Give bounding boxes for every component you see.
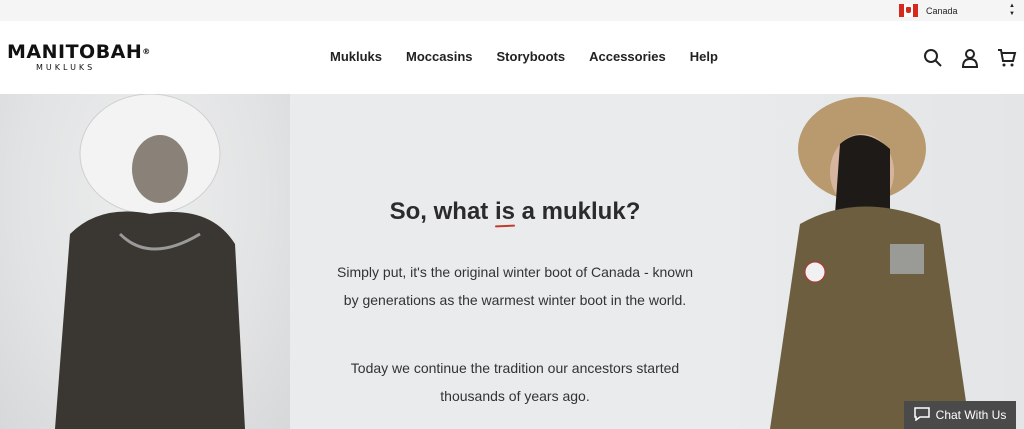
hero-title-emphasis: is bbox=[494, 198, 515, 225]
chat-label: Chat With Us bbox=[935, 408, 1007, 422]
hero-photo-woman-in-parka bbox=[740, 94, 1024, 429]
logo-registered-mark: ® bbox=[142, 47, 151, 56]
chat-button[interactable]: Chat With Us bbox=[904, 401, 1016, 429]
chat-bubble-icon bbox=[913, 406, 930, 424]
nav-item-mukluks[interactable]: Mukluks bbox=[330, 49, 382, 64]
hero-paragraph-1: Simply put, it's the original winter boo… bbox=[337, 264, 693, 308]
logo-wordmark: MANITOBAH bbox=[7, 41, 143, 63]
manitobah-logo[interactable]: MANITOBAH® MUKLUKS bbox=[7, 41, 167, 75]
search-icon[interactable] bbox=[921, 46, 944, 69]
country-selector[interactable]: Canada ▲ ▼ bbox=[899, 2, 1017, 19]
header-icons bbox=[921, 46, 1018, 69]
cart-icon[interactable] bbox=[995, 46, 1018, 69]
main-nav: Mukluks Moccasins Storyboots Accessories… bbox=[330, 49, 742, 64]
nav-item-moccasins[interactable]: Moccasins bbox=[406, 49, 472, 64]
hero-title-part2: a mukluk? bbox=[514, 198, 641, 225]
site-header: MANITOBAH® MUKLUKS Mukluks Moccasins Sto… bbox=[0, 21, 1024, 94]
hero-title: So, what is a mukluk? bbox=[290, 198, 740, 226]
hero-section: So, what is a mukluk? Simply put, it's t… bbox=[0, 94, 1024, 429]
logo-subtitle: MUKLUKS bbox=[36, 63, 96, 72]
hero-paragraph-2: Today we continue the tradition our ance… bbox=[350, 360, 680, 404]
account-icon[interactable] bbox=[958, 46, 981, 69]
nav-item-storyboots[interactable]: Storyboots bbox=[497, 49, 566, 64]
nav-item-accessories[interactable]: Accessories bbox=[589, 49, 666, 64]
select-caret-icon: ▲ ▼ bbox=[1009, 3, 1015, 17]
utility-bar: Canada ▲ ▼ bbox=[0, 0, 1024, 21]
canada-flag-icon bbox=[899, 4, 918, 17]
hero-photo-historic-woman bbox=[0, 94, 290, 429]
country-label: Canada bbox=[926, 5, 958, 16]
hero-title-part1: So, what bbox=[389, 198, 495, 225]
nav-item-help[interactable]: Help bbox=[690, 49, 718, 64]
